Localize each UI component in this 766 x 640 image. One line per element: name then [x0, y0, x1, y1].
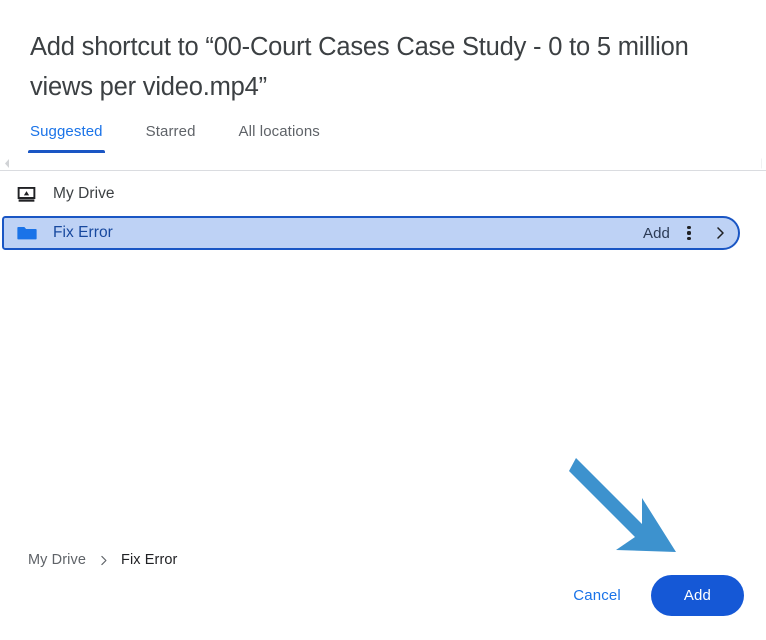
footer-actions: Cancel Add	[557, 575, 744, 616]
tab-scroll-strip	[0, 153, 766, 171]
location-list: My Drive Fix Error Add	[0, 171, 766, 522]
tab-suggested-label: Suggested	[30, 123, 103, 140]
breadcrumb-item-my-drive[interactable]: My Drive	[28, 552, 86, 568]
breadcrumb-item-fix-error: Fix Error	[121, 552, 178, 568]
add-shortcut-dialog: Add shortcut to “00-Court Cases Case Stu…	[0, 0, 766, 640]
list-item-fix-error[interactable]: Fix Error Add	[2, 216, 740, 250]
scroll-left-arrow-icon[interactable]	[2, 156, 12, 168]
breadcrumb-separator-icon	[97, 554, 110, 567]
kebab-dot	[687, 225, 691, 229]
list-item-my-drive[interactable]: My Drive	[0, 175, 766, 213]
tab-suggested[interactable]: Suggested	[28, 123, 105, 153]
kebab-dot	[687, 237, 691, 241]
tab-starred-label: Starred	[145, 123, 196, 140]
list-item-label: Fix Error	[53, 224, 113, 241]
cancel-button[interactable]: Cancel	[557, 577, 637, 614]
list-item-label: My Drive	[53, 185, 115, 202]
tab-all-locations[interactable]: All locations	[239, 123, 320, 153]
hard-drive-icon	[14, 182, 38, 206]
tab-bar: Suggested Starred All locations	[0, 107, 766, 153]
dialog-footer: My Drive Fix Error Cancel Add	[0, 522, 766, 640]
more-vert-icon[interactable]	[674, 218, 704, 248]
breadcrumb: My Drive Fix Error	[28, 552, 177, 568]
chevron-right-icon[interactable]	[704, 218, 736, 248]
add-button[interactable]: Add	[650, 575, 744, 616]
row-add-label[interactable]: Add	[643, 225, 670, 242]
folder-icon	[15, 221, 39, 245]
scroll-right-arrow-icon[interactable]	[754, 156, 764, 169]
tab-starred[interactable]: Starred	[146, 123, 196, 153]
kebab-dot	[687, 231, 691, 235]
page-title: Add shortcut to “00-Court Cases Case Stu…	[30, 33, 689, 101]
tab-all-locations-label: All locations	[238, 123, 320, 140]
